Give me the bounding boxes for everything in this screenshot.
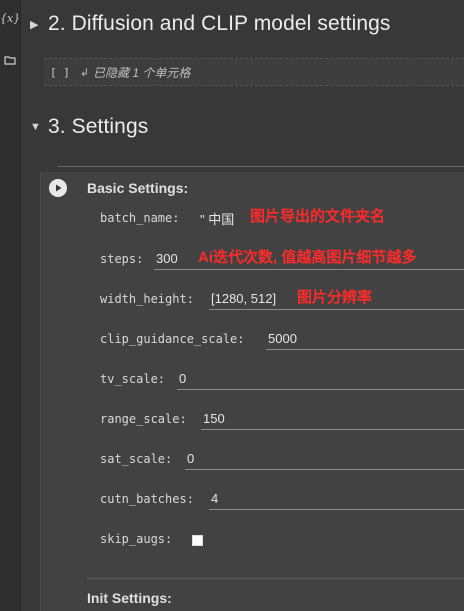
annotation-width-height: 图片分辨率 (297, 289, 373, 306)
param-row-cutn-batches: cutn_batches : (100, 492, 194, 506)
tv-scale-input[interactable]: 0 (177, 368, 464, 390)
param-label: steps (100, 252, 137, 266)
clip-guidance-scale-input[interactable]: 5000 (266, 328, 464, 350)
form-title-init: Init Settings: (87, 590, 172, 606)
section-divider (58, 166, 464, 167)
hidden-cell-label: 已隐藏 1 个单元格 (93, 65, 191, 80)
folder-icon[interactable] (0, 52, 20, 70)
param-label: tv_scale (100, 372, 158, 386)
return-arrow-icon: ↲ (79, 66, 90, 79)
section-heading-diffusion[interactable]: ▶ 2. Diffusion and CLIP model settings (30, 12, 391, 36)
param-label: skip_augs (100, 532, 166, 546)
section-title-diffusion: 2. Diffusion and CLIP model settings (48, 12, 391, 35)
variables-icon[interactable]: {x} (0, 12, 20, 25)
sat-scale-input[interactable]: 0 (185, 448, 464, 470)
param-row-sat-scale: sat_scale : (100, 452, 173, 466)
param-row-clip-guidance-scale: clip_guidance_scale : (100, 332, 245, 346)
skip-augs-checkbox[interactable] (192, 535, 203, 546)
caret-right-icon[interactable]: ▶ (30, 18, 48, 31)
form-title-basic: Basic Settings: (87, 180, 189, 196)
param-label: cutn_batches (100, 492, 187, 506)
cutn-batches-input[interactable]: 4 (209, 488, 464, 510)
param-label: clip_guidance_scale (100, 332, 238, 346)
section-heading-settings[interactable]: ▼ 3. Settings (30, 115, 148, 139)
hidden-cells-bar[interactable]: [ ] ↲ 已隐藏 1 个单元格 (44, 58, 464, 86)
param-row-tv-scale: tv_scale : (100, 372, 166, 386)
form-divider (87, 578, 464, 579)
param-row-range-scale: range_scale : (100, 412, 187, 426)
play-icon (56, 184, 62, 192)
param-label: width_height (100, 292, 187, 306)
hidden-cell-brackets: [ ] (50, 65, 70, 79)
param-row-batch-name: batch_name : (100, 211, 180, 225)
annotation-batch-name: 图片导出的文件夹名 (250, 208, 386, 225)
annotation-steps: Ai迭代次数, 值越高图片细节越多 (198, 249, 417, 266)
param-label: range_scale (100, 412, 180, 426)
batch-name-input[interactable]: " 中国 (198, 207, 248, 229)
left-rail: {x} (0, 0, 21, 611)
run-cell-button[interactable] (49, 179, 67, 197)
caret-down-icon[interactable]: ▼ (30, 121, 48, 133)
param-row-steps: steps : (100, 252, 144, 266)
param-row-skip-augs: skip_augs : (100, 532, 173, 546)
param-label: sat_scale (100, 452, 166, 466)
range-scale-input[interactable]: 150 (201, 408, 464, 430)
param-label: batch_name (100, 211, 173, 225)
param-row-width-height: width_height : (100, 292, 194, 306)
section-title-settings: 3. Settings (48, 115, 149, 138)
